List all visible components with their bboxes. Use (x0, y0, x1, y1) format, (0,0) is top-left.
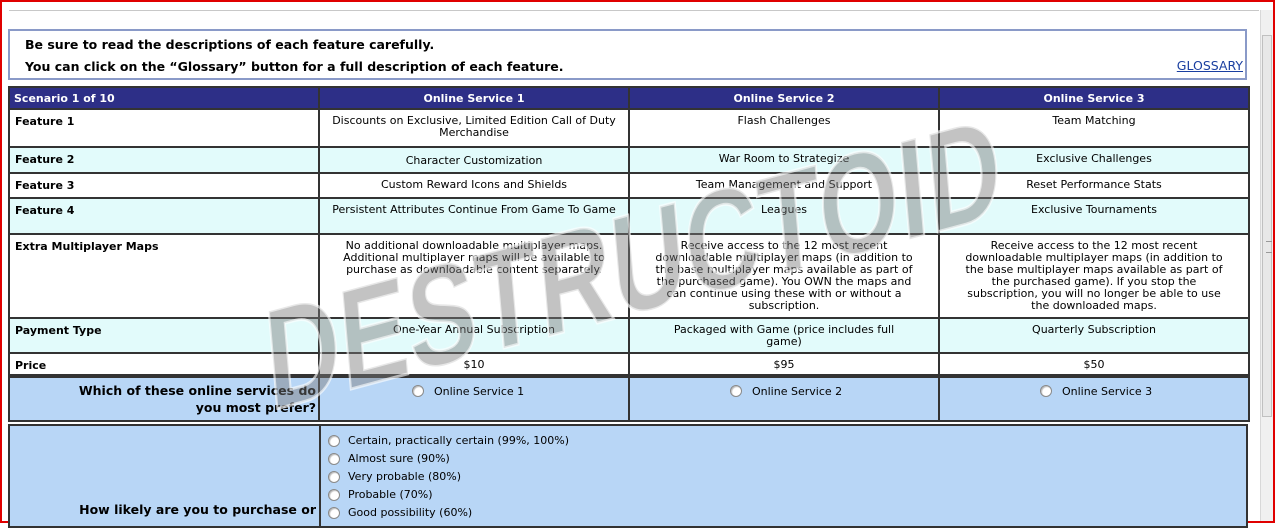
likelihood-options: Certain, practically certain (99%, 100%)… (328, 432, 569, 522)
likelihood-option-label: Almost sure (90%) (348, 452, 450, 465)
table-row: Payment Type One-Year Annual Subscriptio… (8, 317, 1250, 354)
table-cell: No additional downloadable multiplayer m… (318, 233, 630, 319)
scrollbar-thumb[interactable] (1262, 35, 1272, 417)
preference-option-label: Online Service 2 (752, 384, 843, 398)
table-cell: Reset Performance Stats (938, 172, 1250, 199)
table-row: Extra Multiplayer Maps No additional dow… (8, 233, 1250, 319)
table-cell: Flash Challenges (628, 108, 940, 148)
table-cell: War Room to Strategize (628, 146, 940, 174)
instructions-line-1: Be sure to read the descriptions of each… (25, 37, 435, 52)
table-cell: Discounts on Exclusive, Limited Edition … (318, 108, 630, 148)
scrollbar-grip-icon (1266, 241, 1272, 253)
likelihood-option-label: Good possibility (60%) (348, 506, 473, 519)
table-cell: Persistent Attributes Continue From Game… (318, 197, 630, 235)
table-cell: Character Customization (318, 146, 630, 174)
service-header-3: Online Service 3 (938, 86, 1250, 110)
table-cell: $95 (628, 352, 940, 376)
radio-button-icon[interactable] (412, 385, 424, 397)
likelihood-divider (319, 426, 321, 526)
likelihood-question: How likely are you to purchase or Certai… (8, 424, 1248, 528)
preference-question-label: Which of these online services do you mo… (8, 376, 320, 422)
table-cell: Team Management and Support (628, 172, 940, 199)
likelihood-option-1[interactable]: Certain, practically certain (99%, 100%) (328, 432, 569, 450)
table-cell: Receive access to the 12 most recent dow… (938, 233, 1250, 319)
table-cell: One-Year Annual Subscription (318, 317, 630, 354)
likelihood-option-3[interactable]: Very probable (80%) (328, 468, 569, 486)
table-cell: $50 (938, 352, 1250, 376)
radio-button-icon[interactable] (328, 489, 340, 501)
likelihood-option-4[interactable]: Probable (70%) (328, 486, 569, 504)
radio-button-icon[interactable] (730, 385, 742, 397)
table-cell: Leagues (628, 197, 940, 235)
table-cell: Exclusive Tournaments (938, 197, 1250, 235)
likelihood-question-label: How likely are you to purchase or (79, 502, 316, 517)
likelihood-option-2[interactable]: Almost sure (90%) (328, 450, 569, 468)
preference-question-line-1: Which of these online services do (78, 383, 316, 398)
row-label: Feature 4 (8, 197, 320, 235)
likelihood-option-5[interactable]: Good possibility (60%) (328, 504, 569, 522)
table-row: Feature 4 Persistent Attributes Continue… (8, 197, 1250, 235)
likelihood-option-label: Probable (70%) (348, 488, 433, 501)
table-cell: Packaged with Game (price includes full … (628, 317, 940, 354)
table-cell: Receive access to the 12 most recent dow… (628, 233, 940, 319)
radio-button-icon[interactable] (1040, 385, 1052, 397)
glossary-link[interactable]: GLOSSARY (1177, 58, 1243, 73)
row-label: Feature 2 (8, 146, 320, 174)
preference-option-label: Online Service 1 (434, 384, 525, 398)
row-label: Extra Multiplayer Maps (8, 233, 320, 319)
vertical-scrollbar[interactable] (1260, 10, 1273, 521)
radio-button-icon[interactable] (328, 435, 340, 447)
row-label: Feature 3 (8, 172, 320, 199)
likelihood-option-label: Very probable (80%) (348, 470, 462, 483)
service-header-1: Online Service 1 (318, 86, 630, 110)
scenario-table: Scenario 1 of 10 Online Service 1 Online… (8, 86, 1250, 376)
table-row: Feature 1 Discounts on Exclusive, Limite… (8, 108, 1250, 148)
instructions-line-2: You can click on the “Glossary” button f… (25, 59, 564, 74)
table-row: Feature 3 Custom Reward Icons and Shield… (8, 172, 1250, 199)
radio-button-icon[interactable] (328, 453, 340, 465)
preference-question-line-2: you most prefer? (195, 400, 316, 415)
preference-option-2[interactable]: Online Service 2 (628, 376, 940, 422)
table-cell: Exclusive Challenges (938, 146, 1250, 174)
row-label: Price (8, 352, 320, 376)
instructions-box: Be sure to read the descriptions of each… (8, 29, 1247, 80)
service-header-2: Online Service 2 (628, 86, 940, 110)
scenario-label: Scenario 1 of 10 (8, 86, 320, 110)
top-divider (9, 10, 1259, 11)
table-row: Feature 2 Character Customization War Ro… (8, 146, 1250, 174)
row-label: Feature 1 (8, 108, 320, 148)
preference-option-label: Online Service 3 (1062, 384, 1153, 398)
table-row: Price $10 $95 $50 (8, 352, 1250, 376)
preference-option-1[interactable]: Online Service 1 (318, 376, 630, 422)
table-cell: $10 (318, 352, 630, 376)
table-cell: Quarterly Subscription (938, 317, 1250, 354)
table-cell: Custom Reward Icons and Shields (318, 172, 630, 199)
table-cell: Team Matching (938, 108, 1250, 148)
row-label: Payment Type (8, 317, 320, 354)
radio-button-icon[interactable] (328, 471, 340, 483)
radio-button-icon[interactable] (328, 507, 340, 519)
likelihood-option-label: Certain, practically certain (99%, 100%) (348, 434, 570, 447)
preference-option-3[interactable]: Online Service 3 (938, 376, 1250, 422)
preference-question: Which of these online services do you mo… (8, 376, 1250, 422)
